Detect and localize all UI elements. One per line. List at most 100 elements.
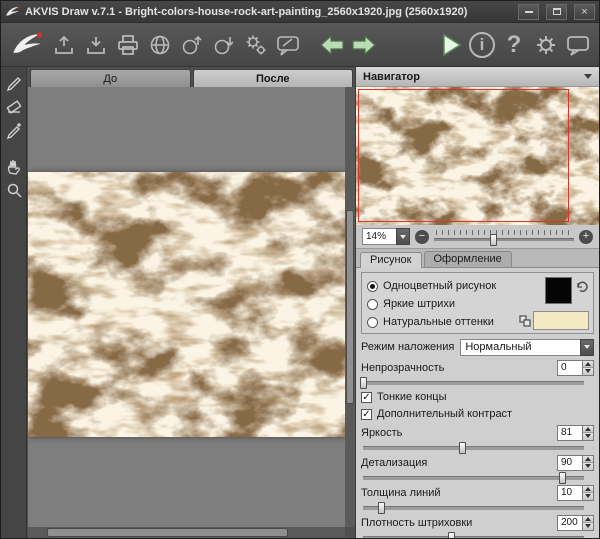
blend-dropdown-arrow-icon[interactable] <box>580 339 594 356</box>
right-panel: Навигатор 14% − + Рисунок О <box>355 67 599 538</box>
maximize-icon <box>553 8 561 15</box>
settings-tabs: Рисунок Оформление <box>356 249 599 268</box>
publish-web-icon[interactable] <box>177 29 207 61</box>
batch-processing-icon[interactable] <box>241 29 271 61</box>
hatching-density-row: Плотность штриховки 200 <box>361 514 594 531</box>
spin-down-icon[interactable] <box>583 462 593 470</box>
scrollbar-corner <box>345 527 355 538</box>
checkbox-extra-contrast[interactable]: ✓ Дополнительный контраст <box>361 406 594 422</box>
minimize-icon <box>525 11 533 13</box>
spin-down-icon[interactable] <box>583 492 593 500</box>
save-image-icon[interactable] <box>81 29 111 61</box>
zoom-tool-icon[interactable] <box>4 180 24 200</box>
zoom-controls: 14% − + <box>356 225 599 249</box>
stroke-color-swatch[interactable] <box>545 277 572 304</box>
brightness-slider-thumb[interactable] <box>459 442 466 454</box>
minimize-button[interactable] <box>518 4 539 20</box>
hatching-density-spinner[interactable]: 200 <box>557 515 594 531</box>
history-brush-tool-icon[interactable] <box>4 120 24 140</box>
tab-before[interactable]: До <box>30 69 191 87</box>
maximize-button[interactable] <box>546 4 567 20</box>
checkbox-thin-ends[interactable]: ✓ Тонкие концы <box>361 389 594 405</box>
image-viewport[interactable] <box>28 87 345 527</box>
before-after-tabs: До После <box>28 67 355 87</box>
swap-colors-icon[interactable] <box>519 315 531 327</box>
spin-down-icon[interactable] <box>583 432 593 440</box>
opacity-slider[interactable] <box>363 381 584 385</box>
navigator-view-frame[interactable] <box>358 89 569 222</box>
window-title: AKVIS Draw v.7.1 - Bright-colors-house-r… <box>25 6 511 18</box>
redo-icon[interactable] <box>349 29 379 61</box>
close-button[interactable]: × <box>574 4 595 20</box>
radio-icon <box>367 299 378 310</box>
paper-color-swatch[interactable] <box>533 311 589 330</box>
vertical-scrollbar[interactable] <box>345 87 355 527</box>
opacity-spinner[interactable]: 0 <box>557 360 594 376</box>
vertical-scrollbar-thumb[interactable] <box>346 210 354 404</box>
opacity-slider-thumb[interactable] <box>360 377 367 389</box>
run-icon[interactable] <box>435 29 465 61</box>
radio-icon <box>367 281 378 292</box>
detail-slider-thumb[interactable] <box>559 472 566 484</box>
brightness-row: Яркость 81 <box>361 424 594 441</box>
navigator-thumbnail[interactable] <box>356 87 599 225</box>
help-icon[interactable]: ? <box>499 29 529 61</box>
result-image <box>28 172 345 437</box>
eraser-tool-icon[interactable] <box>4 96 24 116</box>
blend-mode-row: Режим наложения Нормальный <box>361 337 594 357</box>
zoom-slider-thumb[interactable] <box>490 234 497 246</box>
zoom-dropdown-arrow-icon[interactable] <box>396 228 410 245</box>
detail-spinner[interactable]: 90 <box>557 455 594 471</box>
brightness-slider[interactable] <box>363 446 584 450</box>
tab-drawing[interactable]: Рисунок <box>360 252 422 268</box>
app-window: AKVIS Draw v.7.1 - Bright-colors-house-r… <box>0 0 600 539</box>
hatching-density-slider[interactable] <box>363 536 584 538</box>
pencil-tool-icon[interactable] <box>4 72 24 92</box>
opacity-label: Непрозрачность <box>361 362 557 374</box>
stroke-width-spinner[interactable]: 10 <box>557 485 594 501</box>
zoom-value: 14% <box>362 228 396 245</box>
titlebar[interactable]: AKVIS Draw v.7.1 - Bright-colors-house-r… <box>1 1 599 23</box>
hatching-density-slider-thumb[interactable] <box>448 532 455 538</box>
zoom-slider-ticks <box>436 230 572 235</box>
open-image-icon[interactable] <box>49 29 79 61</box>
detail-row: Детализация 90 <box>361 454 594 471</box>
main-toolbar: i ? <box>1 23 599 67</box>
checkbox-icon: ✓ <box>361 392 372 403</box>
checkbox-icon: ✓ <box>361 409 372 420</box>
hand-tool-icon[interactable] <box>4 156 24 176</box>
zoom-slider[interactable] <box>434 230 574 244</box>
preferences-gear-icon[interactable] <box>531 29 561 61</box>
stroke-width-row: Толщина линий 10 <box>361 484 594 501</box>
spin-down-icon[interactable] <box>583 367 593 375</box>
brightness-spinner[interactable]: 81 <box>557 425 594 441</box>
zoom-dropdown[interactable]: 14% <box>362 228 410 245</box>
app-logo-icon <box>5 5 20 19</box>
print-icon[interactable] <box>113 29 143 61</box>
color-swatches <box>515 276 589 330</box>
zoom-in-button[interactable]: + <box>579 230 593 244</box>
stroke-width-slider-thumb[interactable] <box>378 502 385 514</box>
navigator-collapse-icon[interactable] <box>584 74 592 79</box>
undo-icon[interactable] <box>317 29 347 61</box>
horizontal-scrollbar-thumb[interactable] <box>47 528 288 537</box>
radio-icon <box>367 317 378 328</box>
reset-colors-icon[interactable] <box>576 280 589 298</box>
export-web-icon[interactable] <box>209 29 239 61</box>
spin-down-icon[interactable] <box>583 522 593 530</box>
blend-mode-label: Режим наложения <box>361 341 454 353</box>
detail-slider[interactable] <box>363 476 584 480</box>
info-icon[interactable]: i <box>467 29 497 61</box>
feedback-bubble-icon[interactable] <box>563 29 593 61</box>
draw-on-image-icon[interactable] <box>273 29 303 61</box>
share-icon[interactable] <box>145 29 175 61</box>
tab-decoration[interactable]: Оформление <box>424 251 512 267</box>
akvis-bird-logo-icon <box>7 29 47 61</box>
stroke-width-slider[interactable] <box>363 506 584 510</box>
opacity-row: Непрозрачность 0 <box>361 359 594 376</box>
tab-after[interactable]: После <box>193 69 354 87</box>
horizontal-scrollbar[interactable] <box>28 527 345 538</box>
zoom-out-button[interactable]: − <box>415 230 429 244</box>
blend-mode-dropdown[interactable]: Нормальный <box>460 339 594 356</box>
navigator-header[interactable]: Навигатор <box>356 67 599 87</box>
